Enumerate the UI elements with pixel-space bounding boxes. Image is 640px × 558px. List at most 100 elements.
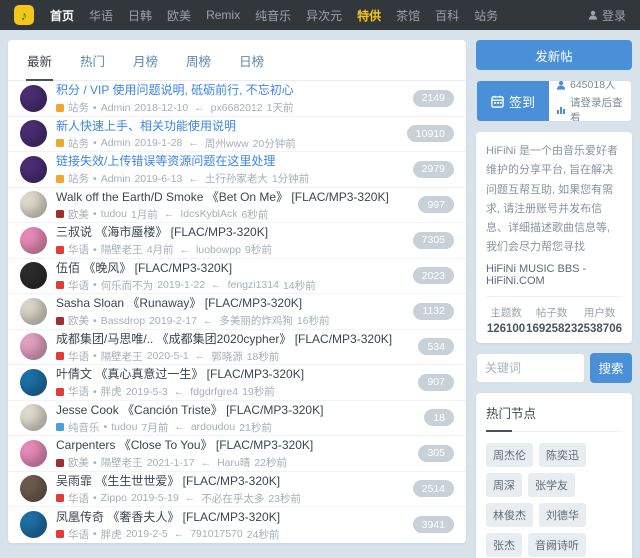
- thread-title[interactable]: ⚑Walk off the Earth/D Smoke 《Bet On Me》 …: [56, 188, 409, 205]
- login-button[interactable]: 登录: [588, 7, 626, 24]
- nav-item[interactable]: 首页: [50, 7, 74, 24]
- author[interactable]: 隔壁老王: [101, 242, 143, 257]
- nav-item[interactable]: 纯音乐: [255, 7, 291, 24]
- last-reply-user[interactable]: 多美丽的炸鸡狗: [219, 313, 293, 328]
- author[interactable]: Admin: [101, 173, 131, 185]
- author[interactable]: tudou: [111, 421, 137, 433]
- author[interactable]: tudou: [101, 208, 127, 220]
- nav-item[interactable]: 华语: [89, 7, 113, 24]
- avatar[interactable]: [20, 85, 47, 112]
- tab[interactable]: 最新: [26, 40, 53, 81]
- category-label[interactable]: 华语: [68, 349, 89, 364]
- author[interactable]: Zippo: [101, 492, 127, 504]
- author[interactable]: 胖虎: [101, 527, 122, 542]
- category-label[interactable]: 华语: [68, 242, 89, 257]
- thread-title[interactable]: ⚑成都集团/马思唯/.. 《成都集团2020cypher》 [FLAC/MP3-…: [56, 330, 409, 347]
- nav-item[interactable]: Remix: [206, 8, 240, 22]
- node-tag[interactable]: 周深: [486, 473, 522, 497]
- author[interactable]: Bassdrop: [101, 315, 145, 327]
- nav-item[interactable]: 站务: [474, 7, 498, 24]
- thread-title[interactable]: ⚑积分 / VIP 使用问题说明, 砥砺前行, 不忘初心: [56, 81, 404, 98]
- thread-row[interactable]: ⚑Sasha Sloan 《Runaway》 [FLAC/MP3-320K] 欧…: [8, 294, 466, 330]
- nav-item[interactable]: 百科: [435, 7, 459, 24]
- thread-row[interactable]: ⚑链接失效/上传错误等资源问题在这里处理 站务 • Admin 2019-6-1…: [8, 152, 466, 188]
- last-reply-user[interactable]: 791017570: [190, 528, 243, 540]
- last-reply-user[interactable]: 周州www: [205, 136, 249, 151]
- last-reply-user[interactable]: 土行孙家老大: [205, 171, 268, 186]
- node-tag[interactable]: 林俊杰: [486, 503, 533, 527]
- thread-title[interactable]: ⚑叶倩文 《真心真意过一生》 [FLAC/MP3-320K]: [56, 365, 409, 382]
- avatar[interactable]: [20, 511, 47, 538]
- thread-row[interactable]: ⚑叶倩文 《真心真意过一生》 [FLAC/MP3-320K] 华语 • 胖虎 2…: [8, 365, 466, 401]
- last-reply-user[interactable]: Haru晴: [217, 455, 250, 470]
- category-label[interactable]: 华语: [68, 491, 89, 506]
- last-reply-user[interactable]: fdgdrfgre4: [190, 386, 238, 398]
- category-label[interactable]: 华语: [68, 384, 89, 399]
- thread-title[interactable]: ⚑三叔说 《海市蜃楼》 [FLAC/MP3-320K]: [56, 223, 404, 240]
- tab[interactable]: 月榜: [132, 40, 159, 81]
- avatar[interactable]: [20, 440, 47, 467]
- author[interactable]: 胖虎: [101, 384, 122, 399]
- thread-title[interactable]: ⚑Jesse Cook 《Canción Triste》 [FLAC/MP3-3…: [56, 401, 415, 418]
- author[interactable]: 何乐而不为: [101, 278, 154, 293]
- thread-title[interactable]: ⚑伍佰 《晚风》 [FLAC/MP3-320K]: [56, 259, 404, 276]
- nav-item[interactable]: 异次元: [306, 7, 342, 24]
- avatar[interactable]: [20, 120, 47, 147]
- avatar[interactable]: [20, 369, 47, 396]
- avatar[interactable]: [20, 333, 47, 360]
- nav-item[interactable]: 日韩: [128, 7, 152, 24]
- thread-row[interactable]: ⚑新人快速上手、相关功能使用说明 站务 • Admin 2019-1-28 ← …: [8, 117, 466, 153]
- last-reply-user[interactable]: px6682012: [211, 102, 263, 114]
- signin-hint[interactable]: 请登录后查看: [556, 95, 624, 122]
- node-tag[interactable]: 陈奕迅: [539, 443, 586, 467]
- author[interactable]: 隔壁老王: [101, 349, 143, 364]
- author[interactable]: Admin: [101, 102, 131, 114]
- category-label[interactable]: 欧美: [68, 207, 89, 222]
- category-label[interactable]: 站务: [68, 136, 89, 151]
- category-label[interactable]: 欧美: [68, 455, 89, 470]
- category-label[interactable]: 欧美: [68, 313, 89, 328]
- search-input[interactable]: [476, 353, 585, 383]
- last-reply-user[interactable]: fengzi1314: [228, 279, 279, 291]
- last-reply-user[interactable]: IdcsKyblAck: [180, 208, 237, 220]
- thread-title[interactable]: ⚑新人快速上手、相关功能使用说明: [56, 117, 398, 134]
- last-reply-user[interactable]: luobowpp: [196, 244, 241, 256]
- nav-item[interactable]: 茶馆: [396, 7, 420, 24]
- node-tag[interactable]: 张学友: [528, 473, 575, 497]
- new-post-button[interactable]: 发新帖: [476, 40, 632, 70]
- last-reply-user[interactable]: ardoudou: [191, 421, 235, 433]
- node-tag[interactable]: 张杰: [486, 533, 522, 557]
- thread-row[interactable]: ⚑Jesse Cook 《Canción Triste》 [FLAC/MP3-3…: [8, 401, 466, 437]
- avatar[interactable]: [20, 475, 47, 502]
- thread-row[interactable]: ⚑积分 / VIP 使用问题说明, 砥砺前行, 不忘初心 站务 • Admin …: [8, 81, 466, 117]
- last-reply-user[interactable]: 不必在乎太多: [201, 491, 264, 506]
- author[interactable]: Admin: [101, 137, 131, 149]
- avatar[interactable]: [20, 227, 47, 254]
- avatar[interactable]: [20, 191, 47, 218]
- thread-title[interactable]: ⚑凤凰传奇 《奢香夫人》 [FLAC/MP3-320K]: [56, 508, 404, 525]
- thread-row[interactable]: ⚑吴雨霏 《生生世世爱》 [FLAC/MP3-320K] 华语 • Zippo …: [8, 472, 466, 508]
- thread-row[interactable]: ⚑成都集团/马思唯/.. 《成都集团2020cypher》 [FLAC/MP3-…: [8, 330, 466, 366]
- nav-item[interactable]: 特供: [357, 7, 381, 24]
- node-tag[interactable]: 周杰伦: [486, 443, 533, 467]
- category-label[interactable]: 华语: [68, 527, 89, 542]
- nav-item[interactable]: 欧美: [167, 7, 191, 24]
- tab[interactable]: 日榜: [238, 40, 265, 81]
- avatar[interactable]: [20, 404, 47, 431]
- category-label[interactable]: 站务: [68, 171, 89, 186]
- avatar[interactable]: [20, 262, 47, 289]
- author[interactable]: 隔壁老王: [101, 455, 143, 470]
- last-reply-user[interactable]: 郭晓源: [211, 349, 243, 364]
- tab[interactable]: 周榜: [185, 40, 212, 81]
- category-label[interactable]: 纯音乐: [68, 420, 100, 435]
- thread-row[interactable]: ⚑三叔说 《海市蜃楼》 [FLAC/MP3-320K] 华语 • 隔壁老王 4月…: [8, 223, 466, 259]
- avatar[interactable]: [20, 156, 47, 183]
- thread-row[interactable]: ⚑Walk off the Earth/D Smoke 《Bet On Me》 …: [8, 188, 466, 224]
- thread-row[interactable]: ⚑伍佰 《晚风》 [FLAC/MP3-320K] 华语 • 何乐而不为 2019…: [8, 259, 466, 295]
- thread-title[interactable]: ⚑吴雨霏 《生生世世爱》 [FLAC/MP3-320K]: [56, 472, 404, 489]
- thread-row[interactable]: ⚑凤凰传奇 《奢香夫人》 [FLAC/MP3-320K] 华语 • 胖虎 201…: [8, 507, 466, 543]
- node-tag[interactable]: 刘德华: [539, 503, 586, 527]
- search-button[interactable]: 搜索: [590, 353, 632, 383]
- thread-title[interactable]: ⚑Carpenters 《Close To You》 [FLAC/MP3-320…: [56, 436, 409, 453]
- signin-button[interactable]: 签到: [477, 81, 549, 121]
